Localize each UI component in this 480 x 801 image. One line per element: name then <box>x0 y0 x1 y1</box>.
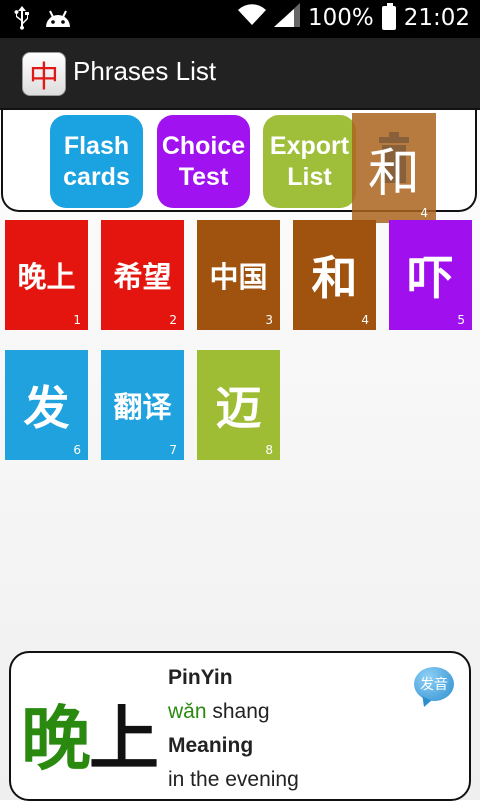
phrase-tile[interactable]: 迈 8 <box>197 350 280 460</box>
phrase-tile-number: 8 <box>265 443 273 457</box>
meaning-value: in the evening <box>168 768 299 791</box>
phrase-tile-number: 7 <box>169 443 177 457</box>
phrase-tile-text: 和 <box>311 251 358 305</box>
flashcards-label-1: Flash <box>63 131 130 160</box>
pronounce-button[interactable]: 发音 <box>414 667 454 701</box>
clock: 21:02 <box>403 5 470 31</box>
pinyin-syllable-1: wǎn <box>168 700 207 723</box>
phrase-info: PinYin wǎn shang Meaning in the evening <box>168 661 299 797</box>
android-icon <box>44 7 72 33</box>
wifi-icon <box>237 4 266 32</box>
phrase-tile-number: 3 <box>265 313 273 327</box>
pinyin-syllable-2: shang <box>206 700 270 723</box>
signal-icon <box>273 3 300 33</box>
choice-test-label-1: Choice <box>161 131 246 160</box>
choice-test-label-2: Test <box>178 162 229 191</box>
phrase-tile[interactable]: 晚上 1 <box>5 220 88 330</box>
character-1: 晚 <box>21 698 91 780</box>
phrase-tile-number: 5 <box>457 313 465 327</box>
flashcards-button[interactable]: Flash cards <box>50 115 143 208</box>
export-list-label-1: Export <box>269 131 350 160</box>
phrase-tile-text: 发 <box>23 381 70 435</box>
action-bar: 中 Phrases List <box>0 38 480 110</box>
dragged-tile-number: 4 <box>420 206 428 220</box>
phrase-tile-number: 4 <box>361 313 369 327</box>
phrase-tile-text: 希望 <box>113 260 172 294</box>
meaning-label: Meaning <box>168 734 254 757</box>
phrase-tile[interactable]: 希望 2 <box>101 220 184 330</box>
page-title: Phrases List <box>73 56 217 86</box>
export-list-button[interactable]: Export List <box>263 115 356 208</box>
dragged-tile-text: 和 <box>367 143 420 204</box>
pinyin-label: PinYin <box>168 666 233 689</box>
battery-level: 100% <box>307 5 374 31</box>
phrase-tile-text: 翻译 <box>113 390 172 424</box>
choice-test-button[interactable]: Choice Test <box>157 115 250 208</box>
pinyin-value: wǎn shang <box>168 695 299 729</box>
phrase-tile-number: 6 <box>73 443 81 457</box>
phrase-detail-card: 晚上 PinYin wǎn shang Meaning in the eveni… <box>9 651 471 801</box>
pronounce-label: 发音 <box>420 677 448 693</box>
dragged-phrase-tile[interactable]: 和 4 <box>352 113 436 223</box>
phrase-tile-text: 迈 <box>215 381 262 435</box>
phrase-tile-text: 吓 <box>407 251 454 305</box>
battery-icon <box>381 3 396 30</box>
phrase-tile-text: 中国 <box>209 260 268 294</box>
phrase-tile[interactable]: 吓 5 <box>389 220 472 330</box>
app-logo-icon[interactable]: 中 <box>22 52 66 96</box>
phrase-tile[interactable]: 翻译 7 <box>101 350 184 460</box>
phrase-tile-text: 晚上 <box>17 260 76 294</box>
phrase-tile[interactable]: 和 4 <box>293 220 376 330</box>
status-bar: 100% 21:02 <box>0 0 480 38</box>
usb-icon <box>14 6 30 34</box>
flashcards-label-2: cards <box>63 162 130 191</box>
phrase-characters: 晚上 <box>21 683 159 784</box>
phrase-tile-number: 1 <box>73 313 81 327</box>
character-2: 上 <box>89 698 159 780</box>
phrase-tile[interactable]: 发 6 <box>5 350 88 460</box>
phrase-tile-number: 2 <box>169 313 177 327</box>
export-list-label-2: List <box>287 162 332 191</box>
phrase-tile[interactable]: 中国 3 <box>197 220 280 330</box>
